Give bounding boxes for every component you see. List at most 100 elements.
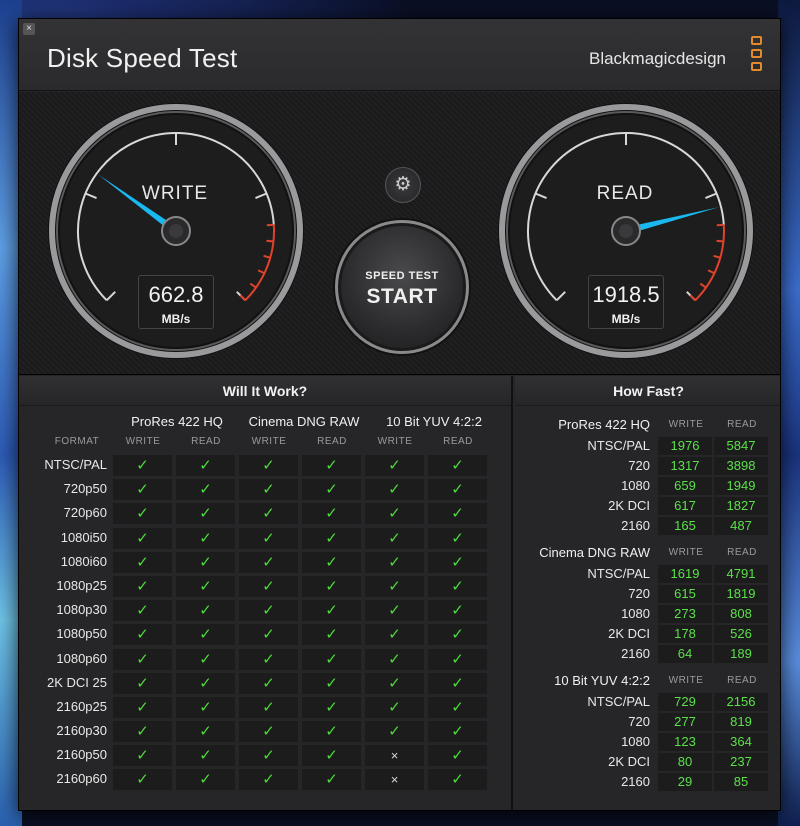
write-fps-value: 617: [658, 497, 712, 515]
check-icon: ✓: [365, 648, 424, 670]
check-icon: ✓: [302, 672, 361, 694]
write-fps-value: 29: [658, 773, 712, 791]
check-icon: ✓: [302, 648, 361, 670]
check-icon: ✓: [239, 648, 298, 670]
write-gauge: WRITE 662.8 MB/s: [45, 100, 307, 362]
check-icon: ✓: [239, 721, 298, 743]
check-icon: ✓: [239, 769, 298, 791]
start-button-caption: SPEED TEST: [365, 270, 439, 282]
how-fast-section: ProRes 422 HQ WRITE READ NTSC/PAL 1976 5847 72…: [515, 414, 780, 536]
table-row: 720 1317 3898: [515, 456, 780, 476]
check-icon: ✓: [428, 721, 487, 743]
blackmagic-logo-icon: [748, 36, 766, 76]
write-fps-value: 64: [658, 645, 712, 663]
check-icon: ✓: [239, 479, 298, 501]
table-row: 2160 64 189: [515, 644, 780, 664]
write-speed-value: 662.8: [148, 282, 204, 307]
write-fps-value: 615: [658, 585, 712, 603]
table-row: 1080 123 364: [515, 732, 780, 752]
desktop-background-right: [778, 0, 800, 826]
table-row: NTSC/PAL 1619 4791: [515, 564, 780, 584]
check-icon: ✓: [428, 745, 487, 767]
codec-name: ProRes 422 HQ: [558, 417, 650, 432]
write-readout: 662.8 MB/s: [138, 275, 214, 329]
read-readout: 1918.5 MB/s: [588, 275, 664, 329]
gear-icon: ⚙: [394, 174, 412, 195]
format-label: 2160p30: [56, 723, 107, 739]
check-icon: ✓: [302, 455, 361, 476]
format-label: 1080i60: [60, 553, 107, 569]
read-gauge-label: READ: [596, 183, 654, 204]
table-row: 2160 29 85: [515, 772, 780, 792]
write-fps-value: 659: [658, 477, 712, 495]
format-label: 1080p60: [56, 650, 107, 666]
check-icon: ✓: [428, 503, 487, 525]
read-fps-value: 364: [714, 733, 768, 751]
group-header-10bit-yuv: 10 Bit YUV 4:2:2: [386, 414, 482, 429]
resolution-label: 720: [628, 458, 650, 473]
check-icon: ✓: [176, 455, 235, 476]
table-row: 1080p25 ✓ ✓ ✓ ✓ ✓ ✓: [19, 575, 513, 599]
check-icon: ✓: [428, 696, 487, 718]
check-icon: ✓: [302, 600, 361, 622]
title-bar: × Disk Speed Test Blackmagicdesign: [19, 19, 780, 91]
read-fps-value: 526: [714, 625, 768, 643]
check-icon: ✓: [428, 455, 487, 476]
read-column-header: READ: [727, 675, 757, 686]
resolution-label: NTSC/PAL: [587, 694, 650, 709]
will-it-work-title: Will It Work?: [19, 376, 511, 406]
write-fps-value: 1619: [658, 565, 712, 583]
check-icon: ✓: [365, 551, 424, 573]
read-fps-value: 4791: [714, 565, 768, 583]
table-row: 1080i60 ✓ ✓ ✓ ✓ ✓ ✓: [19, 551, 513, 575]
check-icon: ✓: [365, 600, 424, 622]
app-window: × Disk Speed Test Blackmagicdesign WRITE…: [18, 18, 781, 811]
check-icon: ✓: [365, 575, 424, 597]
write-fps-value: 1317: [658, 457, 712, 475]
read-fps-value: 1949: [714, 477, 768, 495]
settings-button[interactable]: ⚙: [385, 167, 421, 203]
write-fps-value: 80: [658, 753, 712, 771]
format-label: NTSC/PAL: [44, 457, 107, 472]
table-row: 1080p30 ✓ ✓ ✓ ✓ ✓ ✓: [19, 599, 513, 623]
check-icon: ✓: [365, 527, 424, 549]
resolution-label: 2K DCI: [608, 754, 650, 769]
check-icon: ✓: [113, 745, 172, 767]
close-button[interactable]: ×: [23, 23, 35, 35]
check-icon: ✓: [302, 503, 361, 525]
dng-write-header: WRITE: [251, 436, 287, 447]
check-icon: ✓: [365, 672, 424, 694]
app-title: Disk Speed Test: [47, 43, 238, 73]
codec-name: Cinema DNG RAW: [539, 545, 650, 560]
read-fps-value: 5847: [714, 437, 768, 455]
table-row: 720 615 1819: [515, 584, 780, 604]
check-icon: ✓: [176, 672, 235, 694]
table-row: 2K DCI 80 237: [515, 752, 780, 772]
check-icon: ✓: [428, 624, 487, 646]
write-column-header: WRITE: [668, 547, 704, 558]
gauge-panel: WRITE 662.8 MB/s ⚙ SPEED TEST START READ…: [19, 92, 780, 375]
will-it-work-panel: Will It Work? ProRes 422 HQ Cinema DNG R…: [19, 376, 513, 810]
read-gauge-hub-cap: [619, 224, 633, 238]
resolution-label: 1080: [621, 606, 650, 621]
codec-name: 10 Bit YUV 4:2:2: [554, 673, 650, 688]
read-fps-value: 819: [714, 713, 768, 731]
table-row: 720p50 ✓ ✓ ✓ ✓ ✓ ✓: [19, 478, 513, 502]
speed-test-start-button[interactable]: SPEED TEST START: [335, 220, 469, 354]
read-fps-value: 2156: [714, 693, 768, 711]
check-icon: ✓: [176, 575, 235, 597]
check-icon: ✓: [113, 527, 172, 549]
resolution-label: 2K DCI: [608, 626, 650, 641]
read-gauge-redline-tick: [716, 239, 724, 243]
write-column-header: WRITE: [668, 675, 704, 686]
check-icon: ✓: [176, 600, 235, 622]
format-label: 1080p25: [56, 577, 107, 593]
format-label: 1080p30: [56, 602, 107, 618]
check-icon: ✓: [176, 648, 235, 670]
table-row: NTSC/PAL 729 2156: [515, 692, 780, 712]
check-icon: ✓: [113, 575, 172, 597]
format-label: 1080i50: [60, 529, 107, 545]
check-icon: ✓: [176, 479, 235, 501]
check-icon: ✓: [239, 696, 298, 718]
write-fps-value: 729: [658, 693, 712, 711]
